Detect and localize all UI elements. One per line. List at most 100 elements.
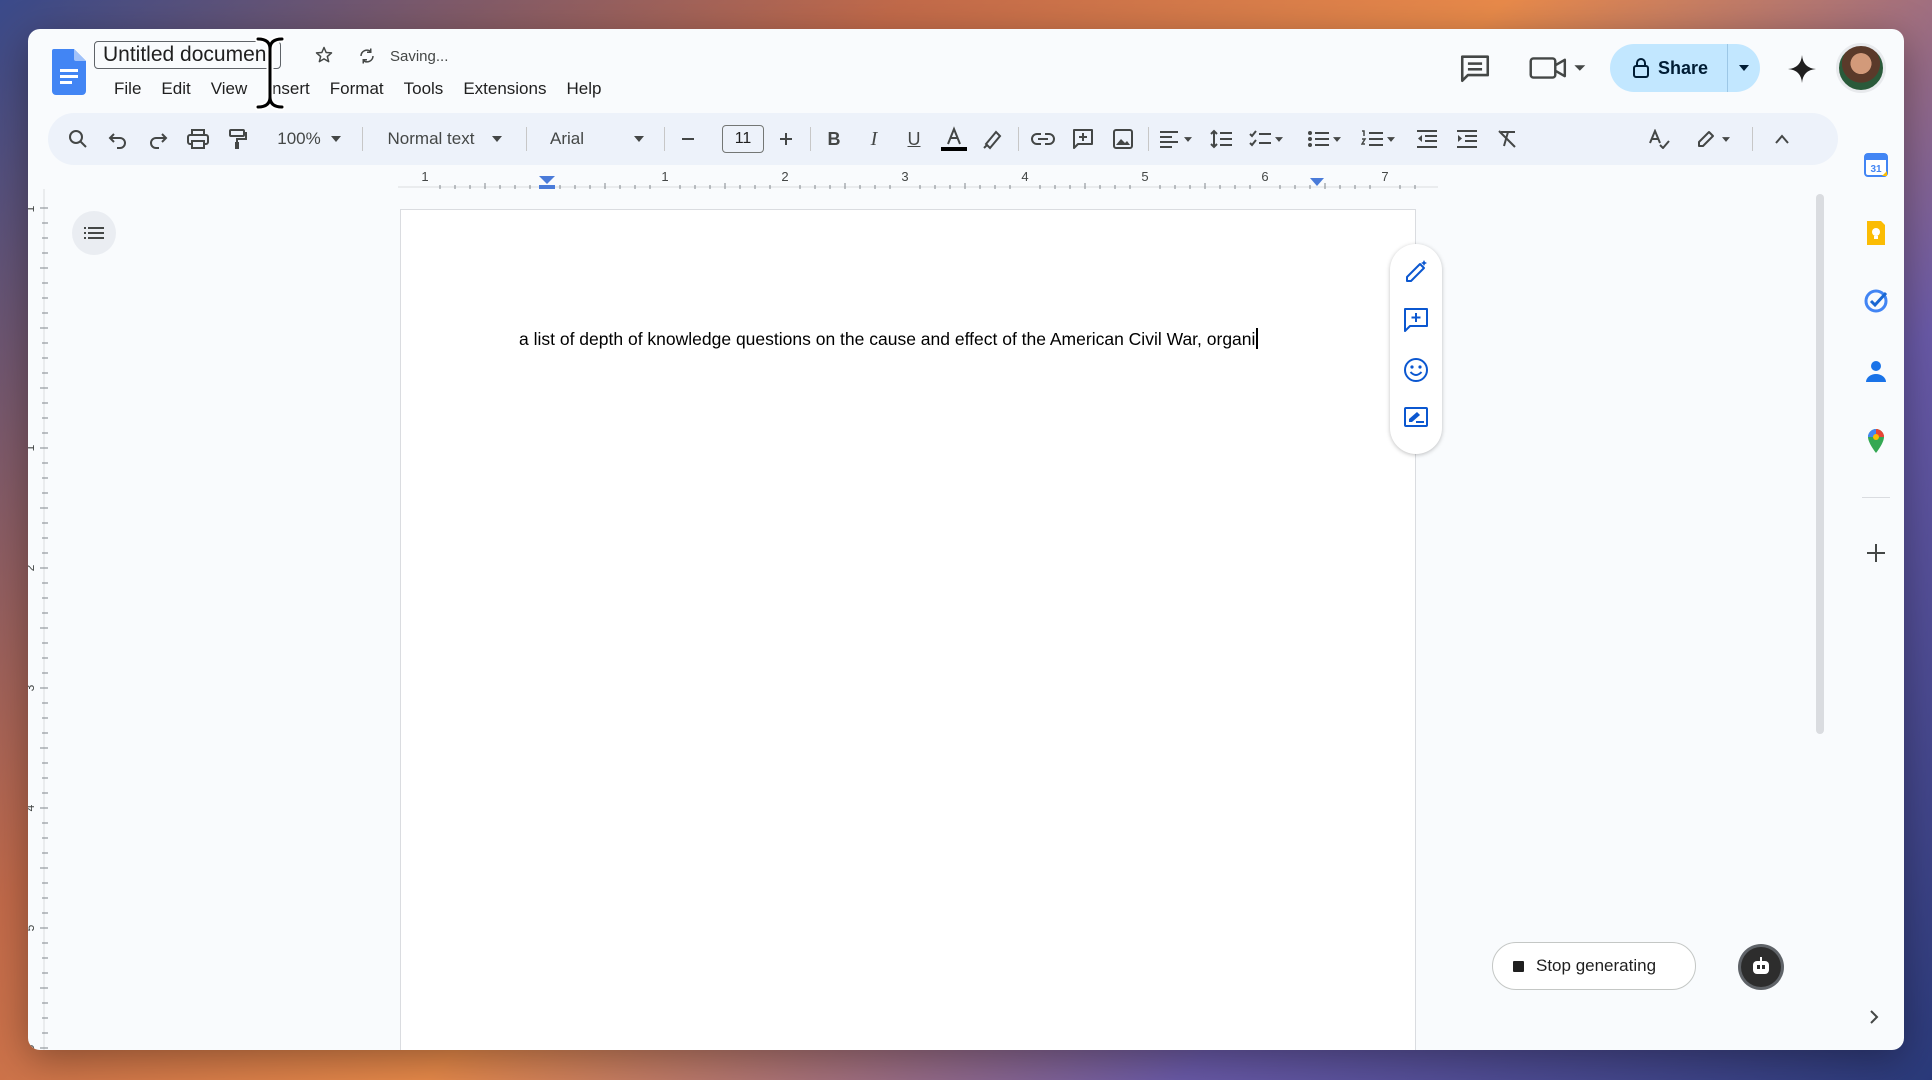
chevron-right-icon[interactable]: [1864, 1007, 1884, 1027]
spelling-icon[interactable]: [1642, 123, 1676, 155]
menu-view[interactable]: View: [201, 75, 258, 103]
docs-window: Untitled document Saving... File Edit Vi…: [28, 29, 1904, 1050]
document-page[interactable]: a list of depth of knowledge questions o…: [400, 209, 1416, 1050]
save-status: Saving...: [390, 48, 449, 65]
zoom-select[interactable]: 100%: [268, 123, 350, 155]
vruler-label: 4: [28, 804, 37, 811]
docs-logo-icon[interactable]: [52, 49, 86, 95]
chevron-up-icon[interactable]: [1766, 123, 1798, 155]
style-value: Normal text: [387, 129, 475, 148]
font-value: Arial: [550, 129, 585, 148]
menu-edit[interactable]: Edit: [151, 75, 200, 103]
paint-format-icon[interactable]: [222, 123, 254, 155]
share-dropdown[interactable]: [1728, 44, 1760, 92]
outline-icon: [84, 227, 104, 239]
print-icon[interactable]: [182, 123, 214, 155]
italic-icon[interactable]: I: [858, 123, 890, 155]
calendar-icon[interactable]: 31: [1862, 151, 1890, 179]
comment-history-icon[interactable]: [1458, 51, 1492, 85]
search-menus-icon[interactable]: [62, 123, 94, 155]
tasks-icon[interactable]: [1862, 287, 1890, 315]
style-select[interactable]: Normal text: [378, 123, 512, 155]
redo-icon[interactable]: [142, 123, 174, 155]
undo-icon[interactable]: [102, 123, 134, 155]
chevron-down-icon: [330, 136, 341, 142]
menu-tools[interactable]: Tools: [394, 75, 454, 103]
vruler-label: 5: [28, 924, 37, 931]
decrease-indent-icon[interactable]: [1410, 123, 1444, 155]
menu-insert[interactable]: Insert: [257, 75, 320, 103]
add-icon[interactable]: [1862, 539, 1890, 567]
menu-help[interactable]: Help: [556, 75, 611, 103]
lock-icon: [1633, 58, 1649, 78]
gemini-icon[interactable]: [1786, 53, 1818, 85]
stop-label: Stop generating: [1536, 956, 1657, 975]
font-size-input[interactable]: 11: [722, 125, 764, 153]
editing-mode-icon[interactable]: [1688, 123, 1738, 155]
vruler-label: 1: [28, 205, 37, 212]
emoji-reaction-icon[interactable]: [1402, 356, 1430, 384]
ruler-label: 2: [781, 169, 788, 184]
insert-link-icon[interactable]: [1026, 123, 1060, 155]
avatar[interactable]: [1836, 43, 1886, 93]
menu-format[interactable]: Format: [320, 75, 394, 103]
menu-file[interactable]: File: [104, 75, 151, 103]
vertical-ruler[interactable]: 1 1 2 3 4 5 6: [28, 189, 56, 1050]
document-title-input[interactable]: Untitled document: [94, 41, 282, 69]
decrease-font-size-icon[interactable]: [674, 123, 702, 155]
bold-icon[interactable]: B: [818, 123, 850, 155]
stop-icon: [1513, 960, 1524, 972]
ruler-label: 7: [1381, 169, 1388, 184]
ruler-label: 1: [661, 169, 668, 184]
ruler-label: 3: [901, 169, 908, 184]
add-comment-icon[interactable]: [1066, 123, 1100, 155]
insert-image-icon[interactable]: [1106, 123, 1140, 155]
svg-text:31: 31: [1870, 164, 1882, 175]
menu-extensions[interactable]: Extensions: [453, 75, 556, 103]
horizontal-ruler[interactable]: 1 1 2 3 4 5 6 7: [398, 169, 1438, 201]
share-button[interactable]: Share: [1610, 44, 1760, 92]
font-select[interactable]: Arial: [542, 123, 652, 155]
header: Untitled document Saving... File Edit Vi…: [28, 29, 1904, 121]
sync-icon: [360, 48, 374, 64]
ruler-label: 1: [421, 169, 428, 184]
body-text: a list of depth of knowledge questions o…: [519, 329, 1256, 349]
menu-bar: File Edit View Insert Format Tools Exten…: [104, 75, 611, 103]
help-me-write-icon[interactable]: [1402, 258, 1430, 286]
text-caret: [1256, 328, 1259, 349]
vruler-label: 6: [28, 1044, 37, 1050]
toolbar: 100% Normal text Arial 11 B I U: [48, 113, 1838, 165]
ruler-label: 6: [1261, 169, 1268, 184]
contacts-icon[interactable]: [1862, 357, 1890, 385]
clear-formatting-icon[interactable]: [1490, 123, 1524, 155]
share-main[interactable]: Share: [1610, 44, 1728, 92]
side-panel-rail: 31: [1848, 121, 1904, 1050]
line-spacing-icon[interactable]: [1204, 123, 1238, 155]
checklist-icon[interactable]: [1242, 123, 1290, 155]
chevron-down-icon: [1739, 65, 1749, 71]
numbered-list-icon[interactable]: [1354, 123, 1402, 155]
assistant-extension-button[interactable]: [1741, 947, 1781, 987]
scrollbar[interactable]: [1816, 194, 1824, 734]
keep-icon[interactable]: [1862, 219, 1890, 247]
maps-icon[interactable]: [1862, 427, 1890, 455]
vruler-label: 3: [28, 684, 37, 691]
ruler-label: 5: [1141, 169, 1148, 184]
document-body-text[interactable]: a list of depth of knowledge questions o…: [519, 328, 1259, 350]
highlight-color-icon[interactable]: [976, 123, 1010, 155]
robot-icon: [1753, 957, 1769, 974]
meet-icon[interactable]: [1528, 51, 1588, 85]
align-icon[interactable]: [1154, 123, 1198, 155]
bulleted-list-icon[interactable]: [1300, 123, 1348, 155]
suggest-edits-icon[interactable]: [1402, 404, 1430, 432]
text-color-icon[interactable]: [936, 123, 972, 155]
document-outline-button[interactable]: [72, 211, 116, 255]
rail-divider: [1862, 497, 1890, 498]
star-icon[interactable]: [314, 45, 334, 65]
underline-icon[interactable]: U: [898, 123, 930, 155]
add-comment-icon[interactable]: [1402, 306, 1430, 334]
increase-indent-icon[interactable]: [1450, 123, 1484, 155]
increase-font-size-icon[interactable]: [772, 123, 800, 155]
stop-generating-button[interactable]: Stop generating: [1492, 942, 1696, 990]
vruler-label: 1: [28, 444, 37, 451]
